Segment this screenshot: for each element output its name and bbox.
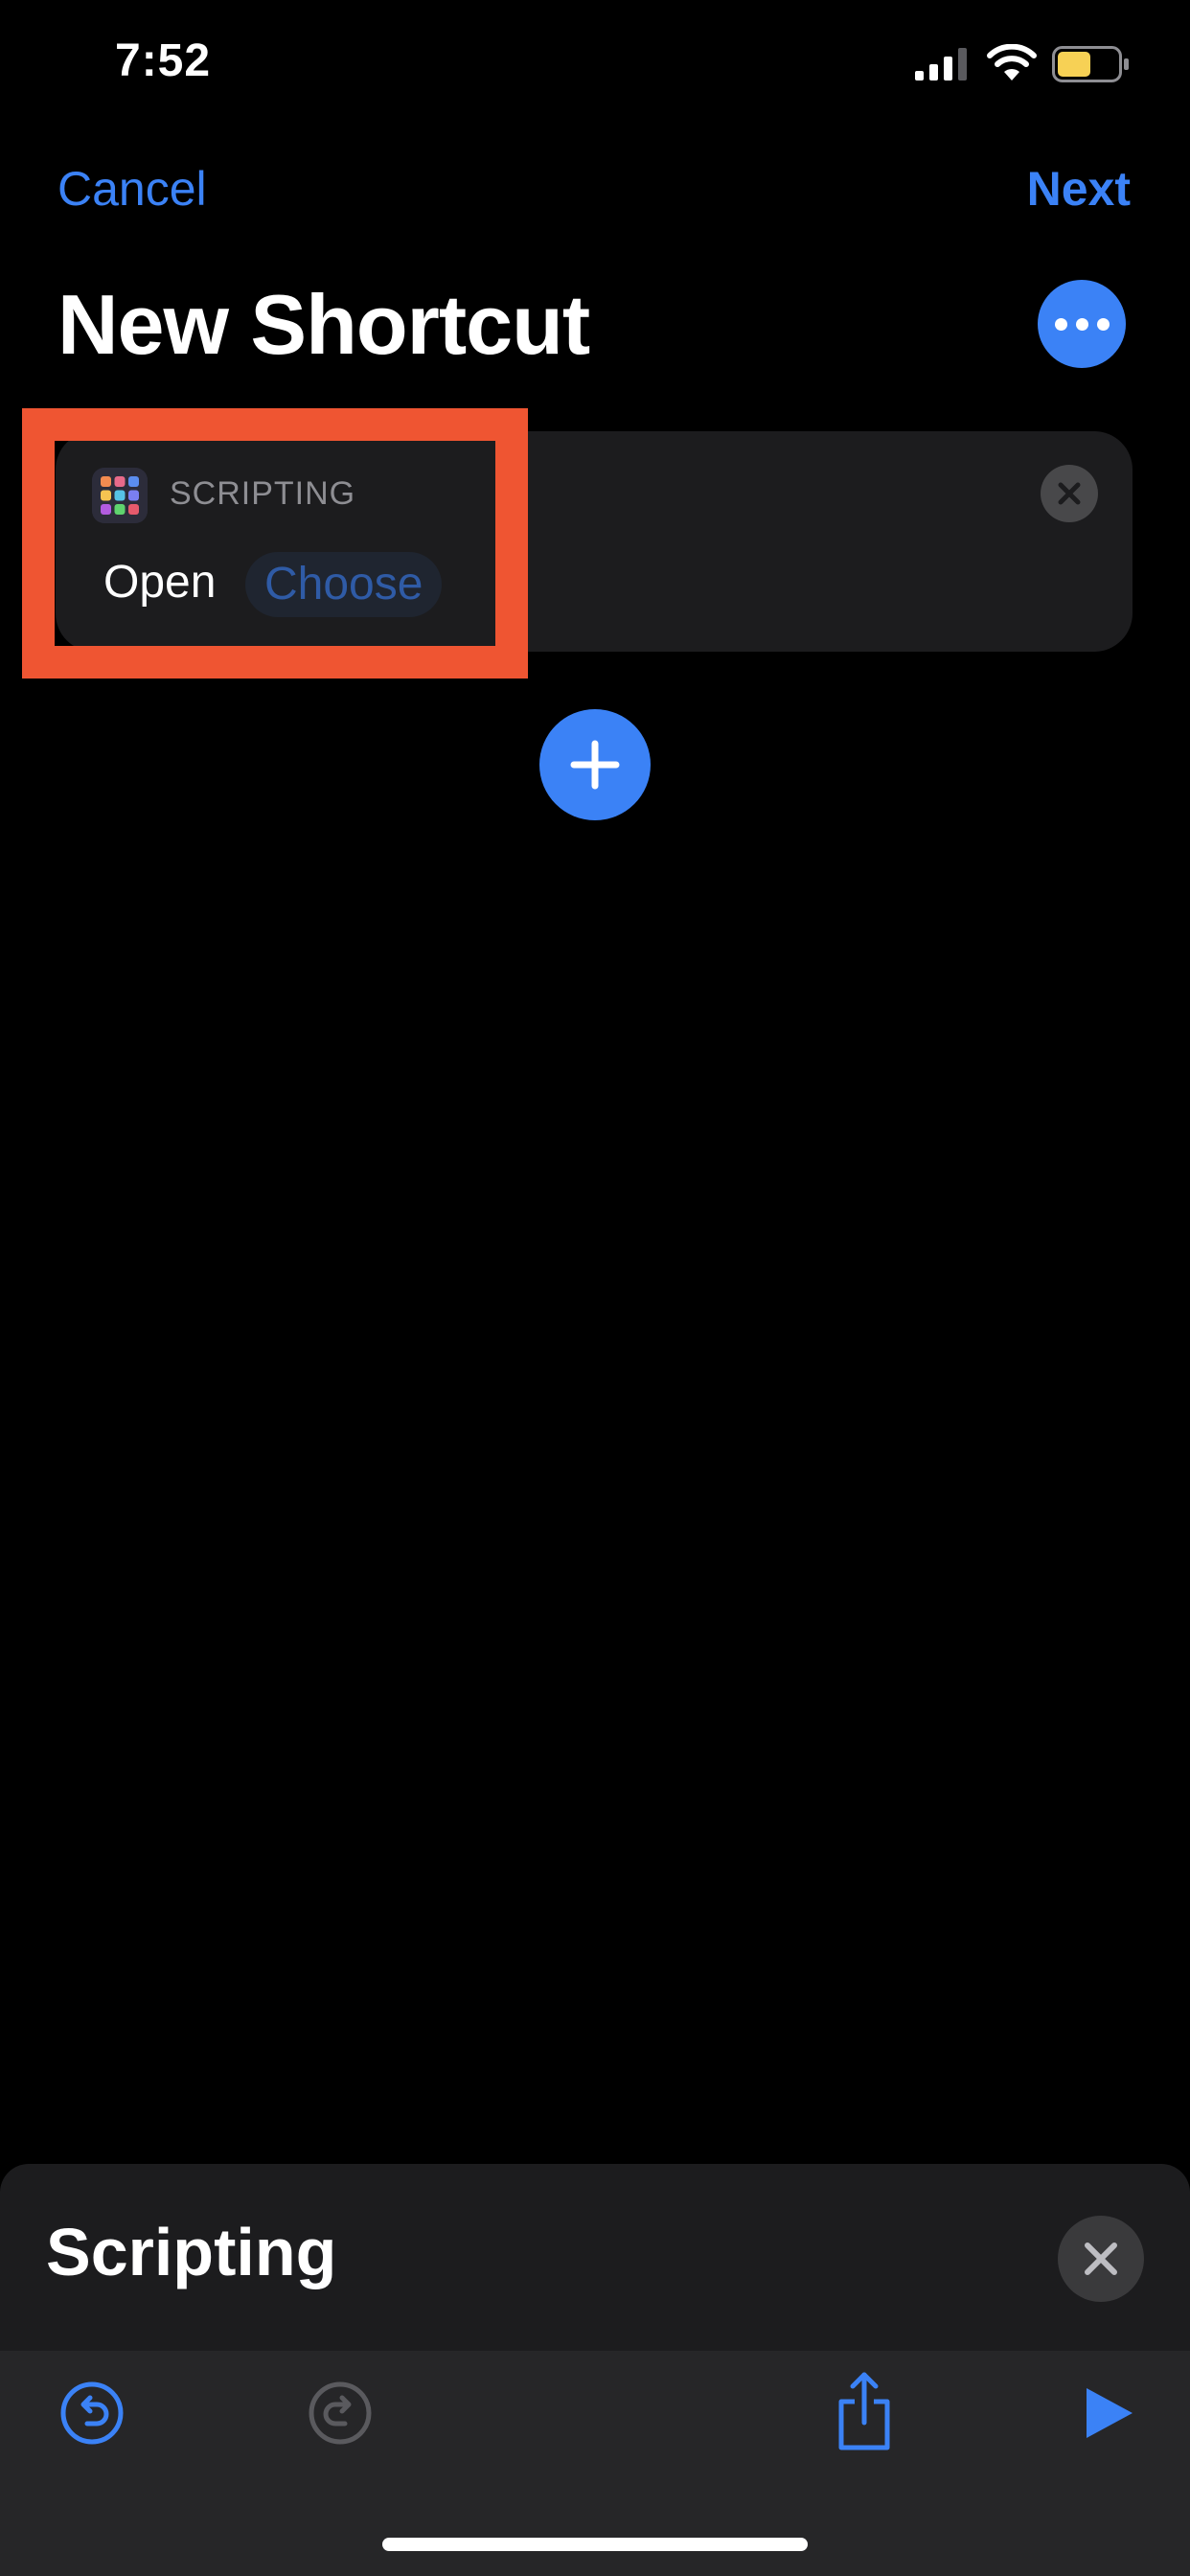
add-action-button[interactable]	[539, 709, 651, 820]
plus-icon	[570, 740, 620, 790]
page-title: New Shortcut	[57, 277, 590, 372]
share-button[interactable]	[826, 2367, 903, 2455]
play-icon	[1087, 2388, 1133, 2438]
cancel-button[interactable]: Cancel	[57, 161, 207, 217]
close-icon	[1085, 2242, 1117, 2275]
next-button[interactable]: Next	[1027, 161, 1131, 217]
status-time: 7:52	[115, 35, 212, 86]
undo-icon	[60, 2381, 124, 2445]
cellular-signal-icon	[915, 48, 967, 80]
more-options-button[interactable]	[1038, 280, 1126, 368]
share-icon	[838, 2372, 890, 2450]
close-icon	[1058, 482, 1081, 505]
wifi-icon	[987, 44, 1037, 80]
highlight-annotation	[22, 408, 528, 678]
undo-button[interactable]	[54, 2375, 130, 2451]
home-indicator	[382, 2538, 808, 2551]
ellipsis-icon	[1054, 317, 1110, 331]
battery-icon	[1052, 46, 1129, 82]
sheet-close-button[interactable]	[1058, 2216, 1144, 2302]
remove-action-button[interactable]	[1041, 465, 1098, 522]
sheet-title: Scripting	[46, 2215, 337, 2289]
redo-icon	[309, 2381, 372, 2445]
redo-button[interactable]	[302, 2375, 378, 2451]
run-shortcut-button[interactable]	[1069, 2375, 1146, 2451]
